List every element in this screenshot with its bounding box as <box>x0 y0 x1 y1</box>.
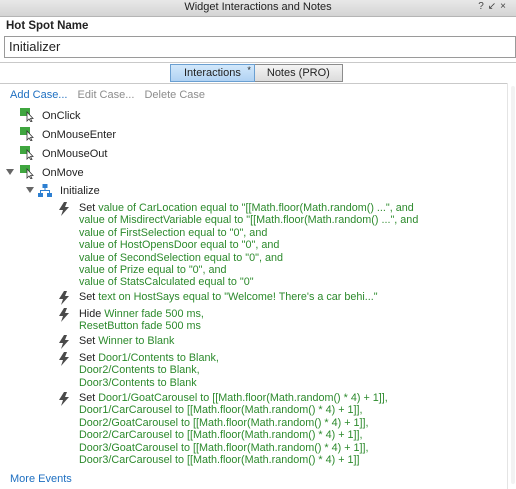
tab-bar: Interactions * Notes (PRO) <box>170 64 343 82</box>
action-line: Set Door1/GoatCarousel to [[Math.floor(M… <box>79 392 388 404</box>
close-icon[interactable]: × <box>500 1 510 12</box>
action-line: Set Winner to Blank <box>79 335 174 347</box>
window-controls: ?↙× <box>478 1 510 12</box>
action-detail: Door2/Contents to Blank, <box>79 364 200 377</box>
action-line: Hide Winner fade 500 ms, <box>79 308 204 320</box>
action-verb: Set <box>79 202 99 214</box>
tab-notes-label: Notes (PRO) <box>266 67 330 79</box>
event-cursor-icon <box>20 108 34 122</box>
action-line: Set Door1/Contents to Blank, <box>79 352 219 364</box>
dock-icon[interactable]: ↙ <box>488 1 500 12</box>
edit-case-link[interactable]: Edit Case... <box>78 89 135 101</box>
divider <box>0 83 516 84</box>
tab-interactions[interactable]: Interactions * <box>170 64 255 82</box>
action-line: value of FirstSelection equal to "0", an… <box>79 227 267 239</box>
action-bolt-icon <box>59 352 69 366</box>
divider <box>0 62 516 63</box>
hotspot-name-label: Hot Spot Name <box>6 20 89 32</box>
delete-case-link[interactable]: Delete Case <box>144 89 205 101</box>
action-line: value of SecondSelection equal to "0", a… <box>79 252 283 264</box>
action-line: Door3/CarCarousel to [[Math.floor(Math.r… <box>79 454 360 466</box>
action-line: value of StatsCalculated equal to "0" <box>79 276 254 288</box>
action-verb: Set <box>79 392 99 404</box>
action-detail: value of SecondSelection equal to "0", a… <box>79 251 283 264</box>
action-line: Door2/CarCarousel to [[Math.floor(Math.r… <box>79 429 363 441</box>
action-line: Door1/CarCarousel to [[Math.floor(Math.r… <box>79 404 363 416</box>
action-line: value of Prize equal to "0", and <box>79 264 227 276</box>
action-verb: Set <box>79 352 99 364</box>
tab-notes[interactable]: Notes (PRO) <box>254 64 343 82</box>
action-detail: value of CarLocation equal to "[[Math.fl… <box>98 202 414 214</box>
action-detail: Door2/GoatCarousel to [[Math.floor(Math.… <box>79 416 369 429</box>
case-label: Initialize <box>60 185 100 197</box>
hotspot-name-input[interactable]: Initializer <box>4 36 516 58</box>
action-detail: Winner fade 500 ms, <box>104 308 204 320</box>
action-detail: value of HostOpensDoor equal to "0", and <box>79 239 280 252</box>
action-detail: Door2/CarCarousel to [[Math.floor(Math.r… <box>79 429 363 442</box>
event-cursor-icon <box>20 146 34 160</box>
action-line: Door2/Contents to Blank, <box>79 364 200 376</box>
action-verb: Hide <box>79 308 105 320</box>
action-detail: Winner to Blank <box>98 335 175 347</box>
action-line: Set text on HostSays equal to "Welcome! … <box>79 291 378 303</box>
action-detail: value of Prize equal to "0", and <box>79 264 227 276</box>
event-cursor-icon <box>20 127 34 141</box>
event-label: OnClick <box>42 110 81 122</box>
action-line: value of HostOpensDoor equal to "0", and <box>79 239 279 251</box>
action-verb: Set <box>79 335 99 347</box>
action-bolt-icon <box>59 291 69 305</box>
action-verb: Set <box>79 291 99 303</box>
window-title: Widget Interactions and Notes <box>184 1 332 13</box>
case-toolbar: Add Case... Edit Case... Delete Case <box>10 89 212 101</box>
expand-triangle-icon[interactable] <box>26 187 34 193</box>
event-label: OnMouseOut <box>42 148 108 160</box>
action-bolt-icon <box>59 202 69 216</box>
action-bolt-icon <box>59 335 69 349</box>
event-label: OnMove <box>42 167 84 179</box>
action-detail: Door1/Contents to Blank, <box>98 352 219 364</box>
action-line: Set value of CarLocation equal to "[[Mat… <box>79 202 414 214</box>
event-cursor-icon <box>20 165 34 179</box>
expand-triangle-icon[interactable] <box>6 169 14 175</box>
case-tree-icon <box>38 184 52 197</box>
action-line: Door2/GoatCarousel to [[Math.floor(Math.… <box>79 417 369 429</box>
event-label: OnMouseEnter <box>42 129 116 141</box>
action-line: Door3/Contents to Blank <box>79 377 197 389</box>
action-detail: value of FirstSelection equal to "0", an… <box>79 226 268 239</box>
action-detail: value of StatsCalculated equal to "0" <box>79 276 254 289</box>
more-events-link[interactable]: More Events <box>10 473 72 485</box>
dirty-indicator: * <box>247 65 251 75</box>
tab-interactions-label: Interactions <box>184 67 241 79</box>
scrollbar-thumb[interactable] <box>511 86 515 484</box>
window-titlebar: Widget Interactions and Notes ?↙× <box>0 0 516 17</box>
help-icon[interactable]: ? <box>478 1 488 12</box>
action-detail: Door1/GoatCarousel to [[Math.floor(Math.… <box>98 392 388 404</box>
action-bolt-icon <box>59 392 69 406</box>
action-line: value of MisdirectVariable equal to "[[M… <box>79 214 418 226</box>
action-bolt-icon <box>59 308 69 322</box>
add-case-link[interactable]: Add Case... <box>10 89 67 101</box>
action-line: ResetButton fade 500 ms <box>79 320 201 332</box>
action-detail: Door3/CarCarousel to [[Math.floor(Math.r… <box>79 454 360 466</box>
action-detail: text on HostSays equal to "Welcome! Ther… <box>98 291 378 303</box>
action-line: Door3/GoatCarousel to [[Math.floor(Math.… <box>79 442 369 454</box>
action-detail: Door3/Contents to Blank <box>79 376 197 389</box>
action-detail: Door1/CarCarousel to [[Math.floor(Math.r… <box>79 404 363 417</box>
action-detail: value of MisdirectVariable equal to "[[M… <box>79 214 419 227</box>
action-detail: ResetButton fade 500 ms <box>79 320 201 333</box>
action-detail: Door3/GoatCarousel to [[Math.floor(Math.… <box>79 441 369 454</box>
